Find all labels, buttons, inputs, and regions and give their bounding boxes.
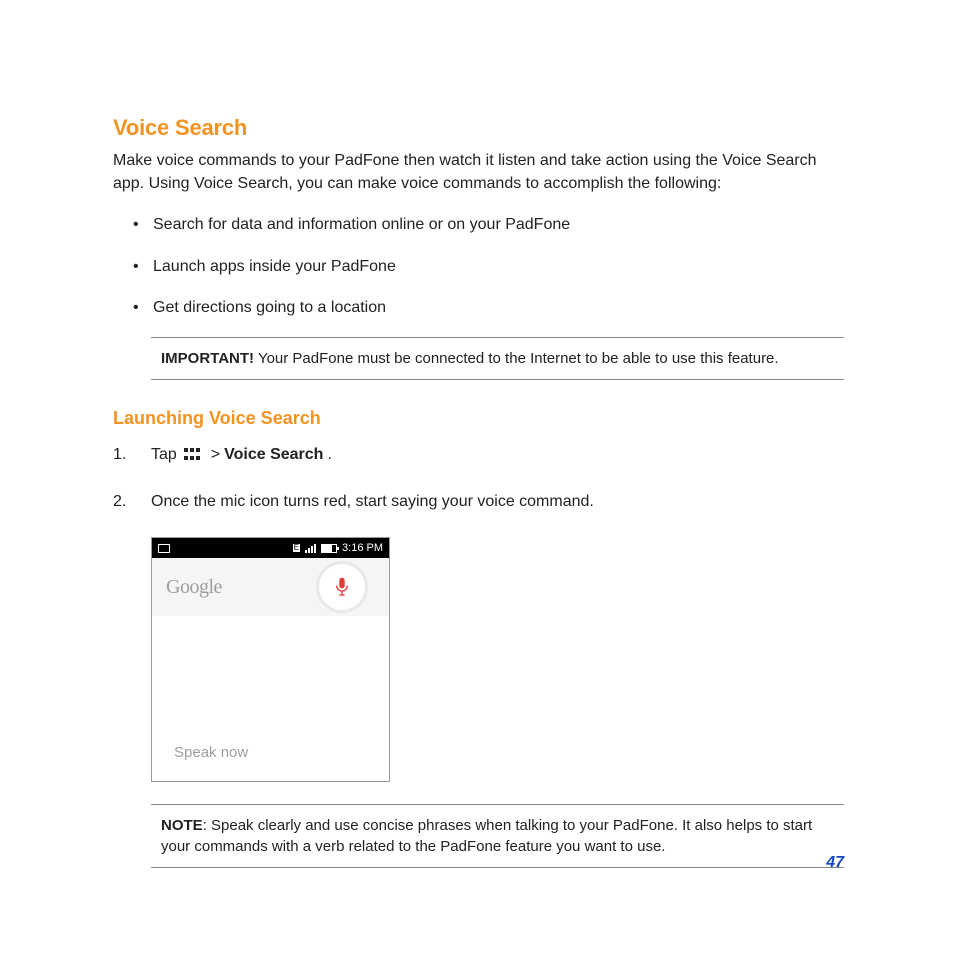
feature-list: Search for data and information online o… [113, 213, 844, 319]
step-suffix: . [327, 443, 331, 466]
subsection-heading: Launching Voice Search [113, 408, 844, 429]
important-callout: IMPORTANT! Your PadFone must be connecte… [151, 337, 844, 380]
page-number: 47 [826, 854, 844, 872]
step-bold: Voice Search [224, 443, 323, 466]
microphone-icon [334, 576, 350, 598]
list-item: Search for data and information online o… [133, 213, 844, 236]
step-item: Tap > Voice Search. [113, 443, 844, 466]
step-separator: > [211, 443, 220, 466]
battery-icon [321, 544, 337, 553]
list-item: Launch apps inside your PadFone [133, 255, 844, 278]
edge-network-icon: E [293, 544, 300, 552]
important-text: Your PadFone must be connected to the In… [254, 350, 779, 367]
step-text: Tap [151, 443, 177, 466]
gallery-icon [158, 544, 170, 553]
list-item: Get directions going to a location [133, 296, 844, 319]
clock: 3:16 PM [342, 542, 383, 554]
note-text: : Speak clearly and use concise phrases … [161, 817, 812, 855]
signal-icon [305, 543, 316, 553]
intro-text: Make voice commands to your PadFone then… [113, 149, 844, 195]
note-callout: NOTE: Speak clearly and use concise phra… [151, 804, 844, 868]
mic-button[interactable] [319, 564, 365, 610]
important-label: IMPORTANT! [161, 350, 254, 367]
google-logo: Google [166, 576, 222, 599]
app-screenshot: E 3:16 PM Google Speak now [151, 537, 390, 782]
apps-grid-icon [184, 448, 204, 462]
status-bar: E 3:16 PM [152, 538, 389, 558]
speak-prompt: Speak now [174, 744, 248, 761]
step-item: Once the mic icon turns red, start sayin… [113, 490, 844, 513]
speak-prompt-area: Speak now [152, 616, 389, 781]
section-heading: Voice Search [113, 115, 844, 141]
steps-list: Tap > Voice Search. Once the mic icon tu… [113, 443, 844, 513]
note-label: NOTE [161, 817, 203, 834]
search-header: Google [152, 558, 389, 616]
